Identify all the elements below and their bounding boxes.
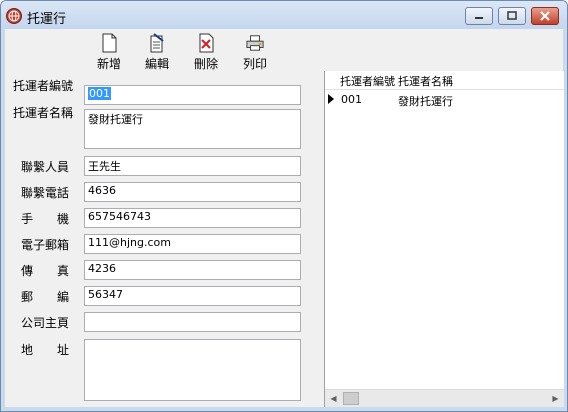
shipper-name-label: 托運者名稱 — [13, 106, 74, 120]
close-icon — [540, 11, 550, 21]
row-indicator-icon — [328, 94, 334, 104]
delete-button[interactable]: 刪除 — [188, 33, 224, 71]
address-label: 地 址 — [21, 343, 70, 357]
globe-icon — [6, 8, 22, 24]
new-button[interactable]: 新增 — [91, 33, 127, 71]
horizontal-scrollbar[interactable]: ◀ ▶ — [325, 389, 564, 407]
grid-header: 托運者編號 托運者名稱 — [325, 71, 564, 90]
mobile-input[interactable]: 657546743 — [84, 208, 301, 228]
mobile-label: 手 機 — [21, 212, 70, 226]
email-label: 電子郵箱 — [21, 238, 70, 252]
window-title: 托運行 — [27, 12, 67, 27]
shipper-id-input[interactable]: 001 — [84, 85, 301, 105]
cell-shipper-name[interactable]: 發財托運行 — [398, 93, 453, 109]
table-row[interactable]: 001 發財托運行 — [325, 90, 564, 108]
minimize-button[interactable] — [465, 7, 493, 25]
shipper-id-value: 001 — [88, 87, 111, 100]
shipper-id-label: 托運者編號 — [13, 79, 74, 93]
records-grid[interactable]: 托運者編號 托運者名稱 001 發財托運行 ◀ ▶ — [324, 71, 564, 407]
edit-document-icon — [150, 33, 164, 53]
postal-code-input[interactable]: 56347 — [84, 286, 301, 306]
contact-person-input[interactable]: 王先生 — [84, 156, 301, 176]
homepage-label: 公司主頁 — [21, 316, 70, 330]
close-button[interactable] — [531, 7, 559, 25]
column-header-shipper-name[interactable]: 托運者名稱 — [398, 73, 453, 89]
new-button-label: 新增 — [96, 57, 121, 71]
contact-phone-label: 聯繫電話 — [21, 186, 70, 200]
client-area: 新增 編輯 刪除 列印 托運者編號 001 托運者名稱 發財托運行 聯繫人員 王… — [5, 29, 564, 407]
shipper-name-input[interactable]: 發財托運行 — [84, 109, 301, 149]
column-header-shipper-id[interactable]: 托運者編號 — [340, 73, 395, 89]
printer-icon — [246, 35, 264, 51]
fax-input[interactable]: 4236 — [84, 260, 301, 280]
scroll-right-button[interactable]: ▶ — [547, 390, 564, 407]
contact-phone-input[interactable]: 4636 — [84, 182, 301, 202]
edit-button-label: 編輯 — [144, 57, 169, 71]
scroll-thumb[interactable] — [343, 392, 359, 405]
detail-form: 托運者編號 001 托運者名稱 發財托運行 聯繫人員 王先生 聯繫電話 4636… — [5, 71, 323, 407]
print-button[interactable]: 列印 — [237, 33, 273, 71]
contact-person-label: 聯繫人員 — [21, 160, 70, 174]
homepage-input[interactable] — [84, 312, 301, 332]
minimize-icon — [475, 17, 483, 19]
email-input[interactable]: 111@hjng.com — [84, 234, 301, 254]
delete-document-icon — [199, 33, 214, 53]
cell-shipper-id[interactable]: 001 — [341, 93, 362, 106]
edit-button[interactable]: 編輯 — [139, 33, 175, 71]
toolbar: 新增 編輯 刪除 列印 — [5, 29, 563, 71]
postal-code-label: 郵 編 — [21, 290, 70, 304]
address-input[interactable] — [84, 339, 301, 401]
delete-button-label: 刪除 — [193, 57, 218, 71]
new-document-icon — [102, 33, 117, 53]
maximize-button[interactable] — [498, 7, 526, 25]
fax-label: 傳 真 — [21, 264, 70, 278]
print-button-label: 列印 — [242, 57, 267, 71]
app-window: 托運行 新增 編輯 刪除 列印 托運者編號 001 托運者名稱 發財托運行 聯繫… — [0, 0, 568, 412]
title-bar[interactable]: 托運行 — [1, 1, 567, 29]
maximize-icon — [507, 11, 517, 20]
scroll-left-button[interactable]: ◀ — [325, 390, 342, 407]
